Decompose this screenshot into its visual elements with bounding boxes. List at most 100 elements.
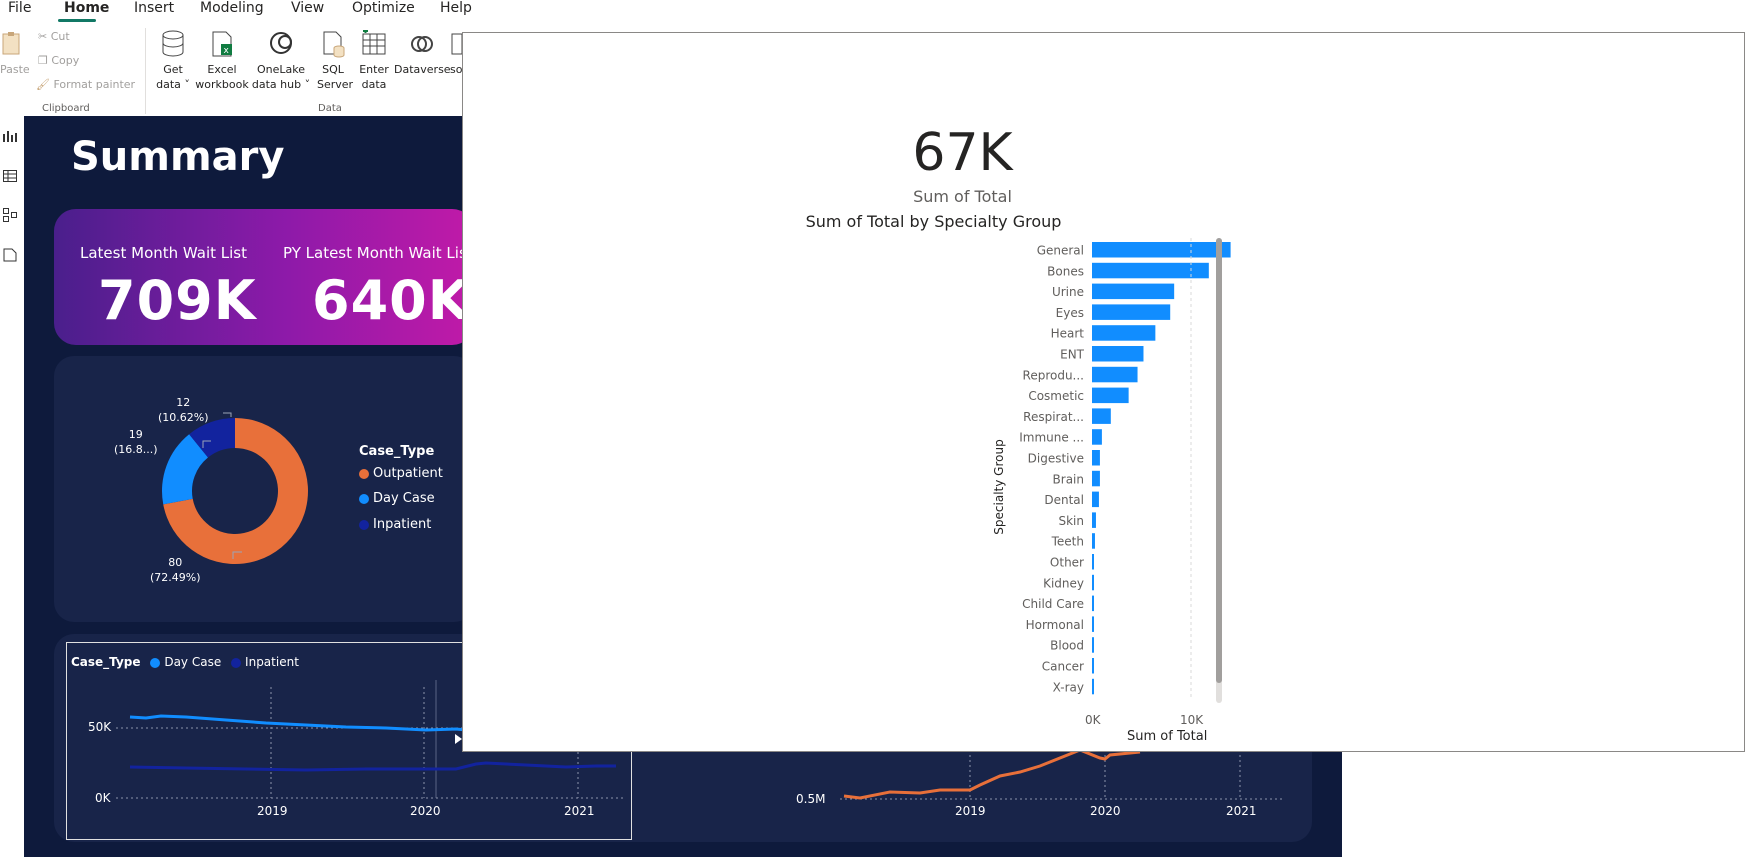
excel-workbook-button[interactable]: x Excel workbook [194,30,250,92]
inpatient-swatch [359,519,369,530]
bar-blood[interactable] [1092,637,1094,653]
category-label: ENT [1060,348,1085,362]
format-painter-button[interactable]: 🖌 Format painter [36,78,135,91]
bar-other[interactable] [1092,554,1094,570]
line-inpatient-label: Inpatient [245,655,299,669]
category-label: Eyes [1056,306,1084,320]
scissors-icon: ✂ [38,30,48,43]
sql-server-button[interactable]: SQL Server [317,30,353,92]
get-data-button[interactable]: Get data ˅ [150,30,196,92]
donut-label-outpatient-pct: (72.49%) [150,571,201,584]
excel-label-1: Excel [207,63,237,76]
line-inpatient-swatch [231,657,242,668]
recent-sources-button[interactable]: so [450,30,462,77]
bar-cancer[interactable] [1092,658,1094,674]
x-tick-0k: 0K [1085,713,1101,727]
line-right-xtick-2021: 2021 [1226,804,1257,818]
menu-view[interactable]: View [291,0,324,16]
bar-ent[interactable] [1092,346,1144,362]
line-right-xtick-2019: 2019 [955,804,986,818]
donut-legend-outpatient[interactable]: Outpatient [359,466,443,481]
enter-data-label-1: Enter [359,63,389,76]
donut-legend-title: Case_Type [359,444,435,459]
category-label: General [1037,244,1084,258]
bar-dental[interactable] [1092,491,1099,508]
donut-legend-inpatient[interactable]: Inpatient [359,517,431,532]
bar-teeth[interactable] [1092,533,1095,549]
category-label: Dental [1044,493,1084,507]
scrollbar-thumb[interactable] [1216,238,1222,683]
paste-label: Paste [0,63,30,76]
menu-modeling[interactable]: Modeling [200,0,264,16]
copy-icon: ❐ [38,54,48,67]
category-label: Reprodu... [1023,368,1084,382]
database-icon [160,30,186,58]
bar-cosmetic[interactable] [1092,387,1129,404]
outpatient-swatch [359,468,369,479]
focused-visual-popup[interactable]: 67K Sum of Total Sum of Total by Special… [462,32,1745,752]
bar-urine[interactable] [1092,283,1175,300]
line-left-legend-title: Case_Type [71,655,141,669]
model-view-icon[interactable] [3,208,17,222]
onelake-label-2: data hub ˅ [251,78,311,91]
category-label: Hormonal [1026,618,1084,632]
bar-respirat-[interactable] [1092,408,1111,424]
bar-general[interactable] [1092,242,1231,258]
menu-help[interactable]: Help [440,0,472,16]
copy-button[interactable]: ❐ Copy [38,54,79,67]
dax-query-view-icon[interactable] [3,248,17,262]
excel-label-2: workbook [195,78,249,91]
enter-data-button[interactable]: Enter data [356,29,392,92]
category-label: Heart [1051,327,1085,341]
line-left-xtick-2019: 2019 [257,804,288,818]
dataverse-icon [409,30,435,58]
outpatient-legend-label: Outpatient [373,466,443,481]
line-left-ytick-50k: 50K [88,720,112,734]
copy-label: Copy [51,54,80,67]
menu-optimize[interactable]: Optimize [352,0,415,16]
y-axis-title: Specialty Group [992,439,1006,535]
page-title: Summary [71,134,285,180]
category-label: Respirat... [1023,410,1084,424]
menu-home[interactable]: Home [64,0,109,16]
bar-reprodu-[interactable] [1092,366,1138,383]
report-view-icon[interactable] [3,130,17,142]
donut-leader-lines [202,412,242,559]
format-painter-label: Format painter [53,78,136,91]
category-label: Skin [1058,514,1084,528]
onelake-icon [268,30,294,58]
popup-kpi-label: Sum of Total [913,187,1012,206]
paste-icon [0,30,26,58]
bar-immune-[interactable] [1092,429,1102,445]
bar-brain[interactable] [1092,470,1100,487]
specialty-bar-chart[interactable]: General Bones Urine Eyes Heart ENT Reprodu... C… [983,238,1263,778]
menu-file[interactable]: File [8,0,31,16]
onelake-button[interactable]: OneLake data hub ˅ [251,30,311,92]
bar-x-ray[interactable] [1092,678,1094,695]
cut-button[interactable]: ✂ Cut [38,30,70,43]
donut-label-daycase-pct: (16.8...) [114,443,158,456]
paste-button[interactable]: Paste [0,30,30,77]
sql-label-1: SQL [322,63,344,76]
bar-child-care[interactable] [1092,595,1094,612]
donut-label-daycase-value: 19 [128,428,143,441]
bar-eyes[interactable] [1092,304,1171,320]
clipboard-group-label: Clipboard [42,103,90,114]
donut-legend-daycase[interactable]: Day Case [359,491,435,506]
bar-hormonal[interactable] [1092,616,1094,632]
dataverse-button[interactable]: Dataverse [394,30,451,77]
bar-skin[interactable] [1092,512,1096,528]
bar-heart[interactable] [1092,325,1156,341]
excel-icon: x [209,30,235,58]
bar-kidney[interactable] [1092,574,1094,591]
menu-insert[interactable]: Insert [134,0,174,16]
line-left-ytick-0k: 0K [95,791,111,805]
category-label: Teeth [1051,535,1084,549]
bar-digestive[interactable] [1092,450,1100,466]
category-label: Other [1050,556,1084,570]
line-daycase-label: Day Case [164,655,222,669]
kpi-py-latest-month-label: PY Latest Month Wait List [283,244,473,262]
kpi-py-latest-month-value: 640K [312,269,471,332]
view-rail [0,116,25,857]
table-view-icon[interactable] [3,170,17,182]
